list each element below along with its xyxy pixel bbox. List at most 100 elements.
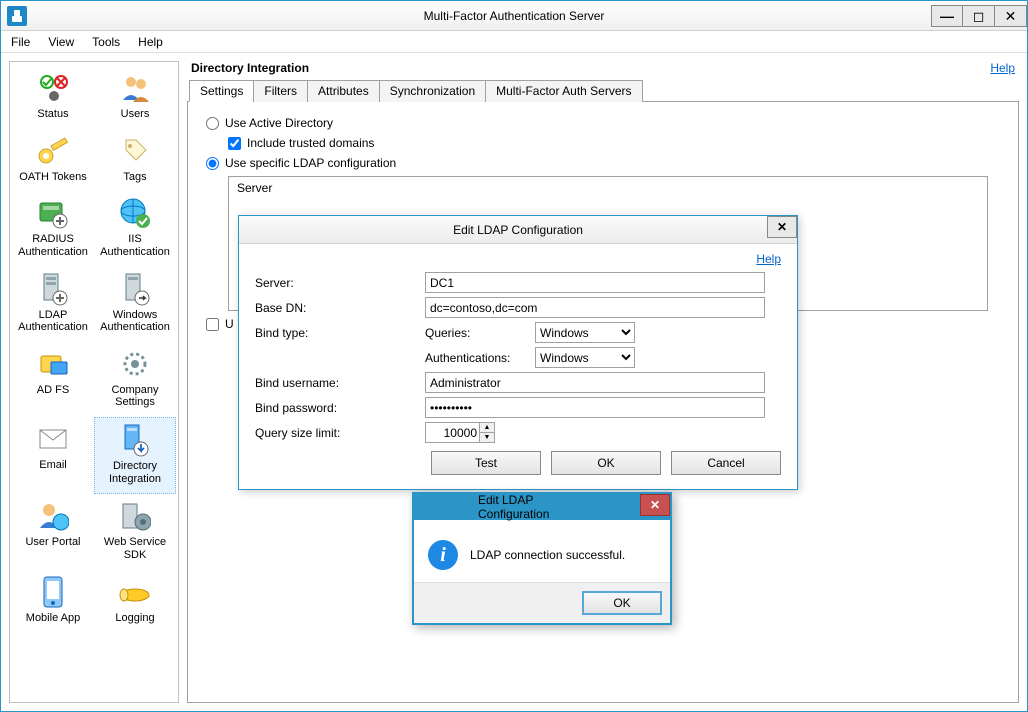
sidebar-item-label: Mobile App: [26, 612, 80, 625]
sidebar-item-company[interactable]: Company Settings: [94, 342, 176, 417]
select-queries[interactable]: Windows: [535, 322, 635, 343]
dialog-title: Edit LDAP Configuration: [453, 223, 583, 237]
email-icon: [35, 421, 71, 457]
input-basedn[interactable]: [425, 297, 765, 318]
ok-button[interactable]: OK: [551, 451, 661, 475]
sdk-icon: [117, 498, 153, 534]
dialog-help-link[interactable]: Help: [756, 252, 781, 266]
sidebar-item-directory[interactable]: Directory Integration: [94, 417, 176, 494]
close-button[interactable]: ✕: [995, 5, 1027, 27]
cancel-button[interactable]: Cancel: [671, 451, 781, 475]
sidebar-item-userportal[interactable]: User Portal: [12, 494, 94, 569]
sidebar-item-label: Tags: [123, 171, 146, 184]
label-auths: Authentications:: [425, 351, 535, 365]
sidebar-item-mobile[interactable]: Mobile App: [12, 570, 94, 633]
adfs-icon: [35, 346, 71, 382]
sidebar-item-radius[interactable]: RADIUS Authentication: [12, 191, 94, 266]
menu-file[interactable]: File: [11, 35, 30, 49]
tab-servers[interactable]: Multi-Factor Auth Servers: [485, 80, 642, 102]
label-bindtype: Bind type:: [255, 326, 425, 340]
help-link[interactable]: Help: [990, 61, 1015, 75]
mobile-icon: [35, 574, 71, 610]
spinner-qsize[interactable]: ▲▼: [480, 422, 495, 443]
app-icon: [7, 6, 27, 26]
radio-ldap[interactable]: [206, 157, 219, 170]
key-icon: [35, 133, 71, 169]
check-trusted-label: Include trusted domains: [247, 136, 374, 150]
test-button[interactable]: Test: [431, 451, 541, 475]
dialog-message: Edit LDAP Configuration ✕ i LDAP connect…: [412, 492, 672, 625]
radio-ldap-label: Use specific LDAP configuration: [225, 156, 396, 170]
message-ok-button[interactable]: OK: [582, 591, 662, 615]
input-qsize[interactable]: [425, 422, 480, 443]
message-title: Edit LDAP Configuration: [478, 493, 606, 521]
message-titlebar: Edit LDAP Configuration ✕: [414, 494, 670, 520]
sidebar-item-label: Email: [39, 459, 67, 472]
menubar: File View Tools Help: [1, 31, 1027, 53]
sidebar-item-ldap[interactable]: LDAP Authentication: [12, 267, 94, 342]
spinner-up-icon[interactable]: ▲: [480, 423, 494, 432]
sidebar-item-email[interactable]: Email: [12, 417, 94, 494]
globe-icon: [117, 195, 153, 231]
tab-filters[interactable]: Filters: [253, 80, 308, 102]
server-arrow-icon: [117, 271, 153, 307]
user-globe-icon: [35, 498, 71, 534]
select-auths[interactable]: Windows: [535, 347, 635, 368]
tab-sync[interactable]: Synchronization: [379, 80, 486, 102]
dialog-close-button[interactable]: ✕: [767, 216, 797, 238]
sidebar-item-logging[interactable]: Logging: [94, 570, 176, 633]
titlebar: Multi-Factor Authentication Server — ◻ ✕: [1, 1, 1027, 31]
tab-attributes[interactable]: Attributes: [307, 80, 380, 102]
tab-settings[interactable]: Settings: [189, 80, 254, 102]
app-window: Multi-Factor Authentication Server — ◻ ✕…: [0, 0, 1028, 712]
window-title: Multi-Factor Authentication Server: [424, 9, 605, 23]
sidebar-item-users[interactable]: Users: [94, 66, 176, 129]
sidebar-item-sdk[interactable]: Web Service SDK: [94, 494, 176, 569]
sidebar-item-label: RADIUS Authentication: [14, 233, 92, 258]
directory-icon: [117, 422, 153, 458]
sidebar-item-label: Web Service SDK: [96, 536, 174, 561]
label-basedn: Base DN:: [255, 301, 425, 315]
minimize-button[interactable]: —: [931, 5, 963, 27]
input-server[interactable]: [425, 272, 765, 293]
radio-ad-label: Use Active Directory: [225, 116, 333, 130]
dialog-edit-ldap: Edit LDAP Configuration ✕ Help Server: B…: [238, 215, 798, 490]
sidebar-item-label: AD FS: [37, 384, 69, 397]
check-trusted-domains[interactable]: [228, 137, 241, 150]
maximize-button[interactable]: ◻: [963, 5, 995, 27]
message-text: LDAP connection successful.: [470, 548, 625, 562]
sidebar-item-oath[interactable]: OATH Tokens: [12, 129, 94, 192]
sidebar-item-label: Company Settings: [96, 384, 174, 409]
radius-icon: [35, 195, 71, 231]
sidebar-item-label: OATH Tokens: [19, 171, 86, 184]
label-queries: Queries:: [425, 326, 535, 340]
sidebar-item-iis[interactable]: IIS Authentication: [94, 191, 176, 266]
sidebar-item-label: Logging: [115, 612, 154, 625]
log-icon: [117, 574, 153, 610]
sidebar-item-label: IIS Authentication: [96, 233, 174, 258]
label-bindpass: Bind password:: [255, 401, 425, 415]
menu-view[interactable]: View: [48, 35, 74, 49]
users-icon: [117, 70, 153, 106]
label-binduser: Bind username:: [255, 376, 425, 390]
spinner-down-icon[interactable]: ▼: [480, 432, 494, 442]
sidebar-item-label: Directory Integration: [97, 460, 173, 485]
menu-help[interactable]: Help: [138, 35, 163, 49]
sidebar-item-windows-auth[interactable]: Windows Authentication: [94, 267, 176, 342]
info-icon: i: [428, 540, 458, 570]
sidebar-item-label: Windows Authentication: [96, 309, 174, 334]
sidebar-item-label: LDAP Authentication: [14, 309, 92, 334]
input-binduser[interactable]: [425, 372, 765, 393]
sidebar-item-adfs[interactable]: AD FS: [12, 342, 94, 417]
window-controls: — ◻ ✕: [931, 5, 1027, 27]
sidebar-item-tags[interactable]: Tags: [94, 129, 176, 192]
check-partial[interactable]: [206, 318, 219, 331]
message-close-button[interactable]: ✕: [640, 494, 670, 516]
sidebar-item-label: User Portal: [25, 536, 80, 549]
sidebar-item-status[interactable]: Status: [12, 66, 94, 129]
tabstrip: Settings Filters Attributes Synchronizat…: [187, 79, 1019, 102]
radio-active-directory[interactable]: [206, 117, 219, 130]
menu-tools[interactable]: Tools: [92, 35, 120, 49]
listbox-header-server: Server: [237, 181, 979, 195]
input-bindpass[interactable]: [425, 397, 765, 418]
